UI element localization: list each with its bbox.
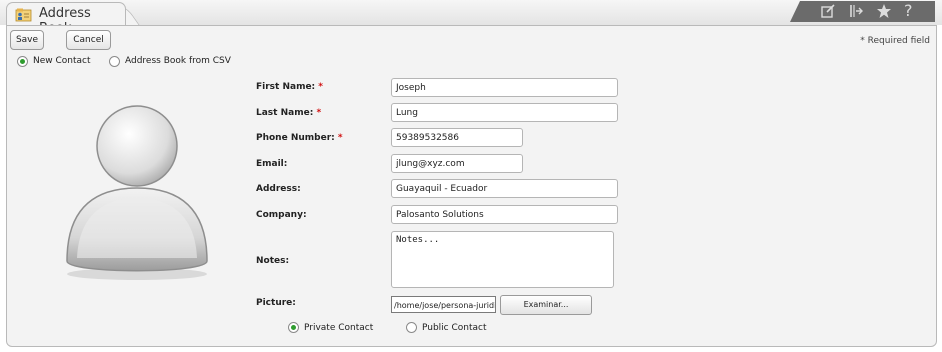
radio-public-contact[interactable]	[406, 322, 417, 333]
radio-private-contact-label: Private Contact	[304, 323, 374, 333]
radio-new-contact[interactable]	[17, 56, 28, 67]
last-name-field[interactable]: Lung	[391, 103, 618, 122]
required-field-note: * Required field	[860, 36, 930, 46]
contact-form-panel: Save Cancel * Required field New Contact…	[6, 25, 937, 347]
first-name-field[interactable]: Joseph	[391, 78, 618, 97]
radio-address-book-csv-label: Address Book from CSV	[125, 56, 231, 66]
address-label: Address:	[256, 184, 301, 194]
address-book-icon	[15, 8, 32, 22]
radio-new-contact-label: New Contact	[33, 56, 91, 66]
notes-textarea[interactable]: Notes...	[391, 231, 614, 288]
picture-file-path[interactable]: /home/jose/persona-juridica.jpg	[391, 296, 496, 313]
last-name-label: Last Name: *	[256, 108, 322, 118]
phone-field[interactable]: 59389532586	[391, 128, 523, 147]
help-icon[interactable]: ?	[904, 3, 913, 19]
browse-button[interactable]: Examinar...	[500, 295, 592, 315]
radio-address-book-csv[interactable]	[109, 56, 120, 67]
cancel-button[interactable]: Cancel	[66, 30, 111, 50]
radio-public-contact-label: Public Contact	[422, 323, 487, 333]
radio-private-contact[interactable]	[288, 322, 299, 333]
company-label: Company:	[256, 210, 307, 220]
export-icon[interactable]	[848, 3, 864, 22]
tab-address-book[interactable]: Address Book	[6, 2, 126, 36]
tab-bar: Address Book ?	[0, 0, 942, 36]
email-field[interactable]: jlung@xyz.com	[391, 154, 523, 173]
email-label: Email:	[256, 159, 288, 169]
picture-label: Picture:	[256, 298, 296, 308]
star-icon[interactable]	[876, 3, 892, 22]
address-field[interactable]: Guayaquil - Ecuador	[391, 179, 618, 198]
avatar	[57, 96, 217, 289]
save-button[interactable]: Save	[10, 30, 44, 50]
edit-icon[interactable]	[820, 3, 836, 22]
notes-label: Notes:	[256, 256, 290, 266]
first-name-label: First Name: *	[256, 82, 324, 92]
header-toolbar: ?	[790, 1, 935, 22]
company-field[interactable]: Palosanto Solutions	[391, 205, 618, 224]
phone-label: Phone Number: *	[256, 133, 343, 143]
